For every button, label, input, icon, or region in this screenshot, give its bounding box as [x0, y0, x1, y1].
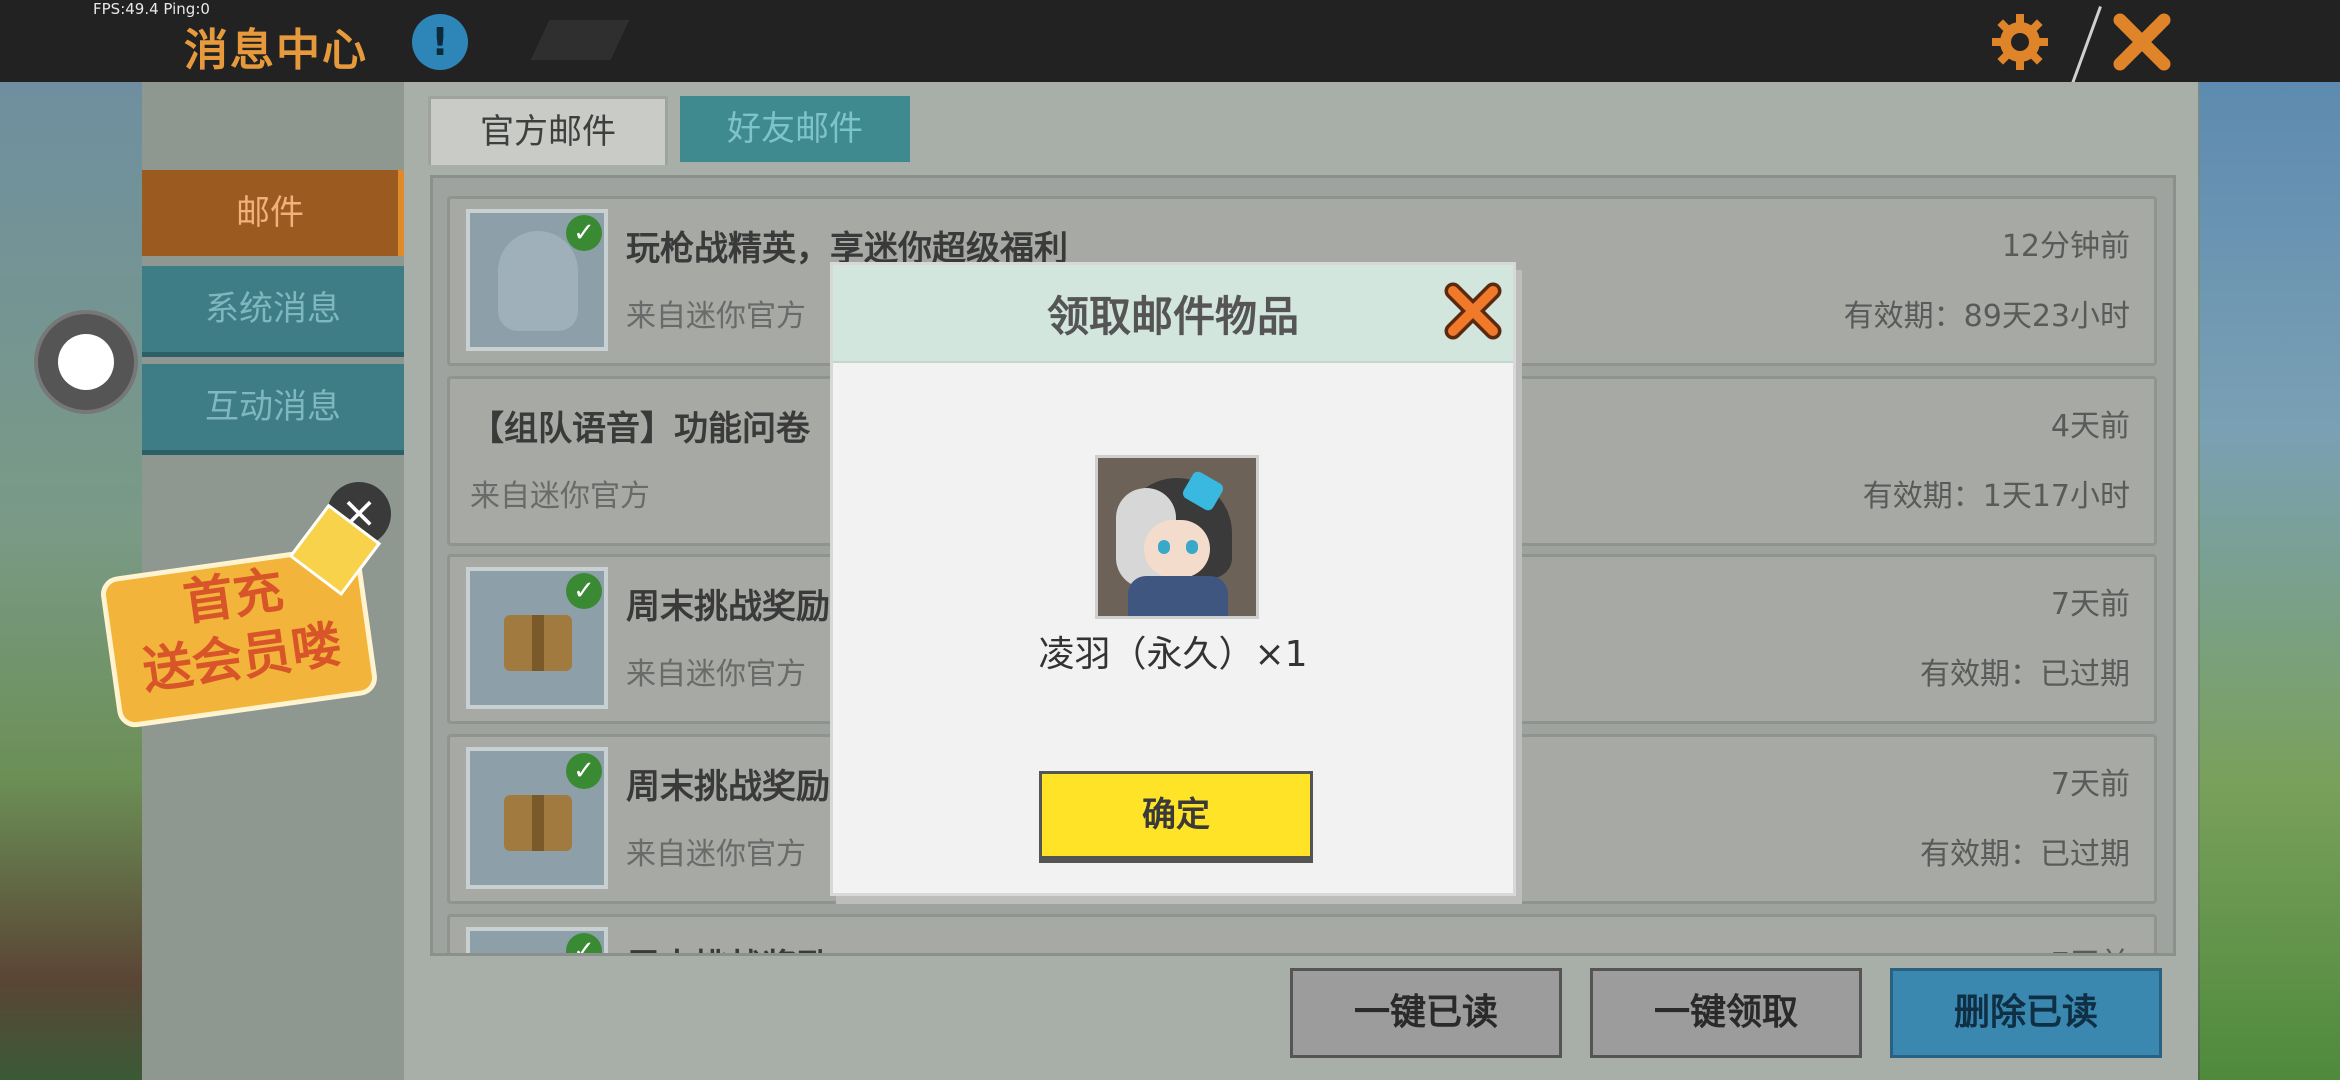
- avatar-icon: ✓: [466, 209, 608, 351]
- read-all-button[interactable]: 一键已读: [1290, 968, 1562, 1058]
- mail-sender: 来自迷你官方: [626, 837, 806, 872]
- tab-official-mail[interactable]: 官方邮件: [428, 96, 668, 165]
- check-icon: ✓: [566, 753, 602, 789]
- mail-time: 12分钟前: [2001, 229, 2130, 264]
- mail-expiry: 有效期：1天17小时: [1862, 479, 2130, 514]
- mail-expiry: 有效期：89天23小时: [1843, 299, 2130, 334]
- gear-icon[interactable]: [1990, 12, 2050, 72]
- info-icon[interactable]: !: [412, 14, 468, 70]
- claim-all-button[interactable]: 一键领取: [1590, 968, 1862, 1058]
- claim-mail-dialog: 领取邮件物品 凌羽（永久）×1 确定: [830, 262, 1516, 896]
- page-title: 消息中心: [184, 25, 368, 76]
- mail-title: 周末挑战奖励: [626, 587, 830, 627]
- mail-time: 7天前: [2051, 939, 2130, 953]
- mail-expiry: 有效期：已过期: [1920, 837, 2130, 872]
- sidebar-item-interactive-messages[interactable]: 互动消息: [142, 364, 404, 455]
- sidebar-item-mail[interactable]: 邮件: [142, 170, 404, 256]
- check-icon: ✓: [566, 215, 602, 251]
- gift-icon: ✓: [466, 927, 608, 953]
- sidebar-item-system-messages[interactable]: 系统消息: [142, 266, 404, 357]
- mail-title: 周末挑战奖励: [626, 767, 830, 807]
- mail-sender: 来自迷你官方: [626, 299, 806, 334]
- gift-icon: ✓: [466, 747, 608, 889]
- mail-title: 【组队语音】功能问卷: [470, 409, 810, 449]
- close-icon[interactable]: [1443, 281, 1503, 341]
- check-icon: ✓: [566, 573, 602, 609]
- mail-title: 周末挑战奖励: [626, 939, 830, 953]
- item-name: 凌羽（永久）×1: [1038, 634, 1308, 675]
- mail-sender: 来自迷你官方: [626, 657, 806, 692]
- close-icon[interactable]: [2112, 12, 2172, 72]
- dialog-title: 领取邮件物品: [1046, 292, 1299, 341]
- tab-friend-mail[interactable]: 好友邮件: [680, 96, 910, 162]
- game-scene-right: [2200, 80, 2340, 1080]
- list-item[interactable]: ✓ 周末挑战奖励 7天前: [447, 914, 2157, 953]
- avatar-icon: [1095, 455, 1259, 619]
- mail-time: 7天前: [2050, 587, 2130, 622]
- delete-read-button[interactable]: 删除已读: [1890, 968, 2162, 1058]
- check-icon: ✓: [566, 933, 602, 953]
- gift-icon: ✓: [466, 567, 608, 709]
- mail-expiry: 有效期：已过期: [1920, 657, 2130, 692]
- confirm-button[interactable]: 确定: [1039, 771, 1313, 863]
- floating-joystick-button[interactable]: [34, 310, 138, 414]
- mail-time: 7天前: [2050, 767, 2130, 802]
- mail-time: 4天前: [2050, 409, 2130, 444]
- mail-sender: 来自迷你官方: [470, 479, 650, 514]
